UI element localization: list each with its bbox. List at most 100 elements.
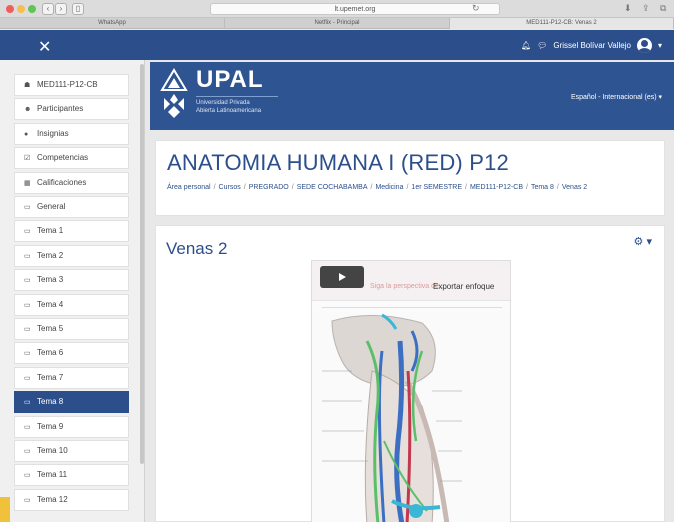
sidebar-item-med111-p12-cb[interactable]: ☗ MED111-P12-CB xyxy=(14,74,129,96)
export-focus-link[interactable]: Exportar enfoque xyxy=(433,282,494,291)
top-navbar: ✕ 🔔︎ 💬︎ Grissel Bolívar Vallejo ▾ xyxy=(0,30,674,60)
folder-icon: ▭ xyxy=(24,204,31,211)
breadcrumb-separator: / xyxy=(526,184,528,191)
course-title: ANATOMIA HUMANA I (RED) P12 xyxy=(167,150,509,175)
breadcrumb-separator: / xyxy=(556,184,559,191)
viewer-divider xyxy=(322,307,502,308)
avatar[interactable] xyxy=(636,38,652,53)
forward-icon[interactable]: › xyxy=(55,3,67,15)
page-title: Venas 2 xyxy=(166,239,228,258)
sidebar-item-tema-2[interactable]: ▭ Tema 2 xyxy=(14,244,129,267)
breadcrumb-separator: / xyxy=(243,184,246,191)
breadcrumb-separator: / xyxy=(465,184,467,191)
chat-icon[interactable]: 💬︎ xyxy=(537,41,547,50)
reload-icon[interactable]: ↻ xyxy=(472,3,480,14)
check-square-icon: ☑ xyxy=(24,155,31,163)
sidebar-toggle-icon[interactable]: ▯ xyxy=(72,3,84,15)
folder-icon: ▭ xyxy=(24,277,31,285)
logo-subtitle-1: Universidad Privada xyxy=(196,100,250,106)
sidebar-item-tema-7[interactable]: ▭ Tema 7 xyxy=(14,366,129,389)
sidebar-item-tema-5[interactable]: ▭ Tema 5 xyxy=(14,318,129,340)
play-button[interactable] xyxy=(320,266,364,288)
folder-icon: ▭ xyxy=(24,301,31,309)
folder-icon: ▭ xyxy=(24,228,31,236)
sidebar-item-tema-8[interactable]: ▭ Tema 8 xyxy=(14,391,129,414)
sidebar-item-label: Tema 7 xyxy=(37,372,64,382)
yellow-accent xyxy=(0,497,10,522)
gear-icon[interactable]: ⚙ ▾ xyxy=(634,235,652,248)
breadcrumb-separator: / xyxy=(291,184,294,191)
resource-viewer[interactable]: Siga la perspectiva de... Exportar enfoq… xyxy=(311,260,511,522)
sidebar-item-tema-6[interactable]: ▭ Tema 6 xyxy=(14,342,129,365)
sidebar-item-tema-9[interactable]: ▭ Tema 9 xyxy=(14,415,129,438)
breadcrumb-item[interactable]: Medicina xyxy=(375,184,403,191)
back-icon[interactable]: ‹ xyxy=(42,3,54,15)
language-selector[interactable]: Español - Internacional (es) ▾ xyxy=(571,93,662,101)
folder-icon: ▭ xyxy=(24,374,31,382)
sidebar-item-label: Tema 1 xyxy=(37,226,64,236)
sidebar-item-calificaciones[interactable]: ▦ Calificaciones xyxy=(14,171,129,194)
breadcrumb-item[interactable]: Área personal xyxy=(167,184,211,191)
breadcrumb-item[interactable]: SEDE COCHABAMBA xyxy=(297,184,368,191)
share-icon[interactable]: ⇪ xyxy=(642,3,650,14)
user-name[interactable]: Grissel Bolívar Vallejo xyxy=(553,41,631,50)
breadcrumb-separator: / xyxy=(213,184,216,191)
download-icon[interactable]: ⬇ xyxy=(624,3,632,14)
tab-venas[interactable]: MED111-P12-CB: Venas 2 xyxy=(450,18,674,29)
folder-icon: ▭ xyxy=(24,350,31,358)
browser-toolbar: ‹ › ▯ lt.upemet.org ↻ ⬇ ⇪ ⧉ xyxy=(0,0,674,18)
breadcrumb-item[interactable]: PREGRADO xyxy=(249,184,289,191)
breadcrumb-item[interactable]: MED111-P12-CB xyxy=(470,184,523,191)
sidebar-item-competencias[interactable]: ☑ Competencias xyxy=(14,147,129,170)
logo-text[interactable]: UPAL xyxy=(196,66,264,94)
sidebar-item-tema-4[interactable]: ▭ Tema 4 xyxy=(14,293,129,316)
logo-subtitle-2: Abierta Latinoamericana xyxy=(196,108,262,114)
sidebar-scrollbar[interactable] xyxy=(140,64,144,464)
graduation-cap-icon: ☗ xyxy=(24,82,31,89)
logo-divider xyxy=(196,96,278,97)
sidebar-item-tema-1[interactable]: ▭ Tema 1 xyxy=(14,220,129,243)
sidebar-item-tema-11[interactable]: ▭ Tema 11 xyxy=(14,464,129,487)
neck-veins-illustration xyxy=(312,311,510,522)
sidebar-item-label: Insignias xyxy=(37,128,69,138)
sidebar-item-label: MED111-P12-CB xyxy=(37,80,98,89)
main-content-card: Venas 2 ⚙ ▾ Siga la perspectiva de... Ex… xyxy=(155,225,665,522)
sidebar-item-label: Participantes xyxy=(37,104,84,114)
chevron-down-icon[interactable]: ▾ xyxy=(658,41,662,50)
breadcrumb-item[interactable]: Tema 8 xyxy=(531,184,554,191)
sidebar-item-label: Tema 12 xyxy=(37,494,68,504)
tab-netflix[interactable]: Netflix - Principal xyxy=(225,18,450,29)
zoom-window-button[interactable] xyxy=(28,5,36,13)
folder-icon: ▭ xyxy=(24,252,31,260)
sidebar-item-label: Calificaciones xyxy=(37,177,87,187)
user-menu[interactable]: 🔔︎ 💬︎ Grissel Bolívar Vallejo ▾ xyxy=(521,38,662,53)
breadcrumb: Área personal / Cursos / PREGRADO / SEDE COCHA… xyxy=(167,182,657,193)
tab-strip: WhatsApp Netflix - Principal MED111-P12-… xyxy=(0,18,674,29)
folder-icon: ▭ xyxy=(24,472,31,480)
sidebar-item-tema-3[interactable]: ▭ Tema 3 xyxy=(14,269,129,292)
sidebar-item-participantes[interactable]: ☻ Participantes xyxy=(14,98,129,121)
breadcrumb-item[interactable]: Cursos xyxy=(219,184,241,191)
sidebar-item-label: General xyxy=(37,202,66,211)
sidebar-item-label: Tema 2 xyxy=(37,250,64,260)
bell-icon[interactable]: 🔔︎ xyxy=(521,41,531,50)
close-icon[interactable]: ✕ xyxy=(38,37,51,57)
breadcrumb-item[interactable]: 1er SEMESTRE xyxy=(411,184,462,191)
close-window-button[interactable] xyxy=(6,5,14,13)
course-header-card: ANATOMIA HUMANA I (RED) P12 Área persona… xyxy=(155,140,665,216)
address-bar[interactable]: lt.upemet.org xyxy=(210,3,500,15)
sidebar-item-general[interactable]: ▭ General xyxy=(14,196,129,218)
sidebar-item-label: Competencias xyxy=(37,153,89,163)
sidebar-item-label: Tema 8 xyxy=(37,397,64,407)
viewer-toolbar: Siga la perspectiva de... Exportar enfoq… xyxy=(312,261,510,301)
folder-icon: ▭ xyxy=(24,448,31,455)
tabs-overview-icon[interactable]: ⧉ xyxy=(660,3,666,14)
folder-icon: ▭ xyxy=(24,496,31,504)
breadcrumb-item[interactable]: Venas 2 xyxy=(562,184,587,191)
sidebar-item-label: Tema 5 xyxy=(37,324,64,333)
sidebar-item-tema-12[interactable]: ▭ Tema 12 xyxy=(14,488,129,511)
sidebar-item-insignias[interactable]: ● Insignias xyxy=(14,122,129,145)
tab-whatsapp[interactable]: WhatsApp xyxy=(0,18,225,29)
minimize-window-button[interactable] xyxy=(17,5,25,13)
sidebar-item-tema-10[interactable]: ▭ Tema 10 xyxy=(14,440,129,462)
